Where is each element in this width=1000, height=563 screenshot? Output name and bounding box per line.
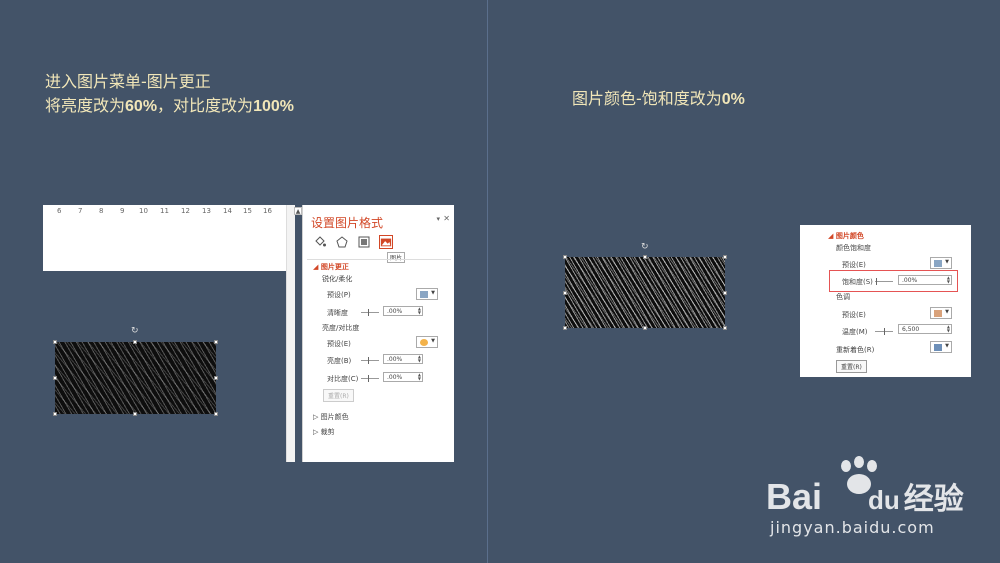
preset-label: 预设(E) xyxy=(842,311,866,319)
pane-title: 设置图片格式 xyxy=(311,216,384,230)
format-picture-pane: 设置图片格式 ▾ ✕ 图片 ◢ 图片更正 锐化/柔化 预设(P) ▼ 清晰度 .… xyxy=(302,205,454,462)
temperature-label: 温度(M) xyxy=(842,328,868,336)
resize-handle[interactable] xyxy=(214,376,218,380)
left-caption: 进入图片菜单-图片更正 将亮度改为60%，对比度改为100% xyxy=(45,70,294,119)
resize-handle[interactable] xyxy=(53,340,57,344)
saturation-slider[interactable] xyxy=(875,278,893,285)
clarity-label: 清晰度 xyxy=(327,309,348,317)
document-canvas xyxy=(43,218,286,271)
close-icon[interactable]: ✕ xyxy=(443,214,450,223)
saturation-label: 饱和度(S) xyxy=(842,278,873,286)
section-picture-color[interactable]: ◢ 图片颜色 xyxy=(828,231,864,241)
recolor-dropdown[interactable]: ▼ xyxy=(930,341,952,353)
resize-handle[interactable] xyxy=(53,412,57,416)
tone-preset-dropdown[interactable]: ▼ xyxy=(930,307,952,319)
section-picture-color[interactable]: ▷ 图片颜色 xyxy=(313,412,349,422)
size-tab-icon[interactable] xyxy=(357,235,371,249)
clarity-slider[interactable] xyxy=(361,309,379,316)
rotate-handle-icon[interactable]: ↻ xyxy=(641,242,649,252)
tooltip: 图片 xyxy=(387,252,406,263)
resize-handle[interactable] xyxy=(723,291,727,295)
scribble-image-adjusted[interactable] xyxy=(55,342,216,414)
temperature-input[interactable]: 6,500 ▲ ▼ xyxy=(898,324,952,334)
scribble-image-desaturated[interactable] xyxy=(565,257,725,328)
brightness-input[interactable]: .00% ▲ ▼ xyxy=(383,354,423,364)
brand-jingyan: 经验 xyxy=(903,483,964,516)
brand-du: du xyxy=(868,485,900,515)
brightness-contrast-heading: 亮度/对比度 xyxy=(322,324,360,332)
resize-handle[interactable] xyxy=(133,340,137,344)
left-caption-line1: 进入图片菜单-图片更正 xyxy=(45,72,211,91)
separator xyxy=(307,259,451,260)
section-crop[interactable]: ▷ 裁剪 xyxy=(313,427,335,437)
contrast-label: 对比度(C) xyxy=(327,375,359,383)
recolor-label: 重新着色(R) xyxy=(836,346,875,354)
picture-color-pane: ◢ 图片颜色 颜色饱和度 预设(E) ▼ 饱和度(S) .00% ▲ ▼ 色调 预设… xyxy=(800,225,971,377)
resize-handle[interactable] xyxy=(214,412,218,416)
saturation-input[interactable]: .00% ▲ ▼ xyxy=(898,275,952,285)
vertical-scrollbar[interactable] xyxy=(286,205,295,462)
scroll-up-arrow-icon[interactable]: ▲ xyxy=(294,207,302,215)
reset-button[interactable]: 重置(R) xyxy=(323,389,354,402)
clarity-input[interactable]: .00% ▲ ▼ xyxy=(383,306,423,316)
brightness-slider[interactable] xyxy=(361,357,379,364)
resize-handle[interactable] xyxy=(214,340,218,344)
resize-handle[interactable] xyxy=(563,326,567,330)
saturation-preset-dropdown[interactable]: ▼ xyxy=(930,257,952,269)
resize-handle[interactable] xyxy=(643,326,647,330)
contrast-input[interactable]: .00% ▲ ▼ xyxy=(383,372,423,382)
saturation-heading: 颜色饱和度 xyxy=(836,244,871,252)
sharpen-preset-dropdown[interactable]: ▼ xyxy=(416,288,438,300)
resize-handle[interactable] xyxy=(53,376,57,380)
brightness-label: 亮度(B) xyxy=(327,357,352,365)
preset-label: 预设(E) xyxy=(327,340,351,348)
pane-options-icon[interactable]: ▾ xyxy=(436,215,440,223)
preset-label: 预设(E) xyxy=(842,261,866,269)
watermark-url: jingyan.baidu.com xyxy=(770,518,935,537)
resize-handle[interactable] xyxy=(563,255,567,259)
right-caption: 图片颜色-饱和度改为0% xyxy=(572,89,745,108)
resize-handle[interactable] xyxy=(723,255,727,259)
resize-handle[interactable] xyxy=(563,291,567,295)
picture-tab-icon[interactable] xyxy=(379,235,393,249)
slide-divider xyxy=(487,0,488,563)
effects-tab-icon[interactable] xyxy=(335,235,349,249)
temperature-slider[interactable] xyxy=(875,328,893,335)
sharpen-soften-heading: 锐化/柔化 xyxy=(322,275,353,283)
contrast-slider[interactable] xyxy=(361,375,379,382)
brand-bai: Bai xyxy=(766,476,823,517)
reset-button[interactable]: 重置(R) xyxy=(836,360,867,373)
resize-handle[interactable] xyxy=(643,255,647,259)
fill-line-tab-icon[interactable] xyxy=(313,235,327,249)
brightness-preset-dropdown[interactable]: ▼ xyxy=(416,336,438,348)
rotate-handle-icon[interactable]: ↻ xyxy=(131,326,139,336)
preset-label: 预设(P) xyxy=(327,291,351,299)
horizontal-ruler: 6 7 8 9 10 11 12 13 14 15 16 xyxy=(43,205,293,219)
resize-handle[interactable] xyxy=(133,412,137,416)
section-picture-corrections[interactable]: ◢ 图片更正 xyxy=(313,262,349,272)
resize-handle[interactable] xyxy=(723,326,727,330)
tone-heading: 色调 xyxy=(836,293,850,301)
left-caption-line2: 将亮度改为60%，对比度改为100% xyxy=(45,96,294,115)
